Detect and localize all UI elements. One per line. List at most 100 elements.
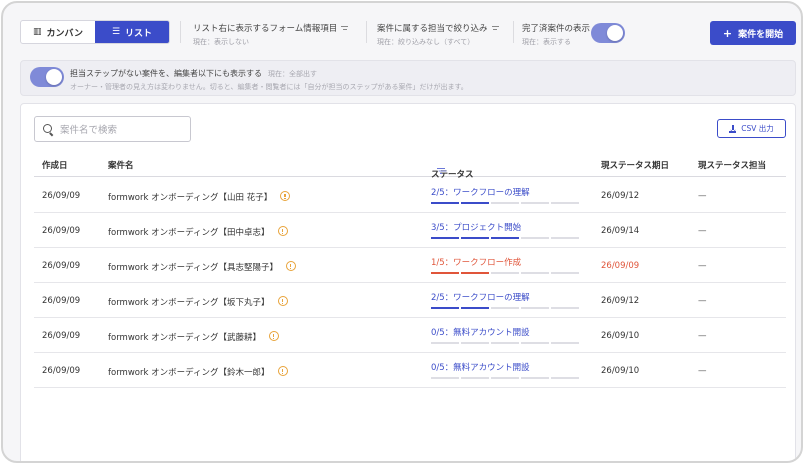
due-date: 26/09/12	[601, 296, 640, 306]
status-progress	[431, 202, 579, 204]
progress-segment	[491, 237, 519, 239]
progress-segment	[521, 237, 549, 239]
case-name[interactable]: formwork オンボーディング【武藤耕】	[108, 331, 279, 343]
filter-icon	[341, 25, 349, 31]
list-view-button[interactable]: ☰ リスト	[95, 21, 169, 43]
csv-export-label: CSV 出力	[741, 124, 774, 133]
banner-note: 現在：全部出す	[268, 70, 317, 78]
visibility-banner: 担当ステップがない案件を、編集者以下にも表示する 現在：全部出す オーナー・管理者…	[20, 60, 796, 96]
progress-segment	[461, 237, 489, 239]
progress-segment	[551, 202, 579, 204]
created-date: 26/09/09	[42, 191, 81, 201]
download-icon	[729, 124, 737, 133]
header-name: 案件名	[108, 161, 134, 171]
status-progress	[431, 342, 579, 344]
progress-segment	[461, 272, 489, 274]
toggle-knob	[607, 25, 623, 41]
status-cell[interactable]: 0/5：無料アカウント開設	[431, 326, 579, 344]
due-date: 26/09/14	[601, 226, 640, 236]
table-row[interactable]: 26/09/09 formwork オンボーディング【鈴木一郎】 0/5：無料アカウ…	[34, 353, 786, 388]
case-name[interactable]: formwork オンボーディング【具志堅陽子】	[108, 261, 296, 273]
progress-segment	[431, 272, 459, 274]
warning-icon	[277, 226, 288, 236]
progress-segment	[431, 237, 459, 239]
form-field-filter-title: リスト右に表示するフォーム情報項目	[193, 24, 338, 34]
warning-icon	[269, 331, 279, 341]
view-toggle: ▥ カンバン ☰ リスト	[20, 20, 170, 44]
kanban-view-button[interactable]: ▥ カンバン	[21, 21, 95, 43]
header-owner: 現ステータス担当	[698, 161, 767, 171]
progress-segment	[551, 237, 579, 239]
created-date: 26/09/09	[42, 296, 81, 306]
completed-filter-title: 完了済案件の表示	[522, 24, 591, 34]
progress-segment	[461, 202, 489, 204]
table-row[interactable]: 26/09/09 formwork オンボーディング【坂下丸子】 2/5：ワークフロ…	[34, 283, 786, 318]
filter-icon	[491, 25, 499, 31]
list-icon: ☰	[111, 27, 121, 37]
progress-segment	[461, 377, 489, 379]
created-date: 26/09/09	[42, 366, 81, 376]
created-date: 26/09/09	[42, 331, 81, 341]
kanban-icon: ▥	[33, 27, 42, 37]
case-name[interactable]: formwork オンボーディング【田中卓志】	[108, 226, 288, 238]
table-row[interactable]: 26/09/09 formwork オンボーディング【具志堅陽子】 1/5：ワークフ…	[34, 248, 786, 283]
status-text: 0/5：無料アカウント開設	[431, 363, 530, 373]
progress-segment	[461, 342, 489, 344]
case-name-text: formwork オンボーディング【鈴木一郎】	[108, 368, 270, 378]
progress-segment	[521, 307, 549, 309]
warning-icon	[280, 191, 291, 201]
status-text: 1/5：ワークフロー作成	[431, 258, 522, 268]
progress-segment	[521, 272, 549, 274]
status-cell[interactable]: 3/5：プロジェクト開始	[431, 221, 579, 239]
search-input[interactable]: 案件名で検索	[34, 116, 191, 142]
case-name[interactable]: formwork オンボーディング【坂下丸子】	[108, 296, 288, 308]
status-text: 3/5：プロジェクト開始	[431, 223, 522, 233]
status-cell[interactable]: 0/5：無料アカウント開設	[431, 361, 579, 379]
status-cell[interactable]: 2/5：ワークフローの理解	[431, 291, 579, 309]
sort-filter-icon[interactable]	[437, 168, 445, 175]
table-row[interactable]: 26/09/09 formwork オンボーディング【田中卓志】 3/5：プロジェク…	[34, 213, 786, 248]
progress-segment	[491, 272, 519, 274]
progress-segment	[431, 342, 459, 344]
form-field-filter-status: 現在：表示しない	[193, 38, 249, 46]
search-placeholder: 案件名で検索	[60, 125, 118, 136]
progress-segment	[431, 377, 459, 379]
status-progress	[431, 272, 579, 274]
assignee: —	[698, 226, 707, 236]
case-name-text: formwork オンボーディング【坂下丸子】	[108, 298, 270, 308]
visibility-toggle[interactable]	[30, 67, 64, 87]
progress-segment	[551, 342, 579, 344]
csv-export-button[interactable]: CSV 出力	[717, 119, 786, 138]
toolbar-divider	[180, 21, 181, 43]
progress-segment	[491, 377, 519, 379]
progress-segment	[461, 307, 489, 309]
completed-filter-status: 現在：表示する	[522, 38, 571, 46]
case-name[interactable]: formwork オンボーディング【山田 花子】	[108, 191, 291, 203]
toggle-knob	[46, 69, 62, 85]
due-date: 26/09/10	[601, 331, 640, 341]
case-name[interactable]: formwork オンボーディング【鈴木一郎】	[108, 366, 288, 378]
form-field-filter[interactable]: リスト右に表示するフォーム情報項目 現在：表示しない	[193, 22, 349, 47]
assignee-filter[interactable]: 案件に属する担当で絞り込み 現在：絞り込みなし（すべて）	[377, 22, 499, 47]
toolbar-divider	[513, 21, 514, 43]
assignee-filter-status: 現在：絞り込みなし（すべて）	[377, 38, 475, 46]
status-progress	[431, 307, 579, 309]
progress-segment	[491, 307, 519, 309]
due-date: 26/09/12	[601, 191, 640, 201]
plus-icon: +	[722, 26, 733, 40]
due-date: 26/09/10	[601, 366, 640, 376]
status-cell[interactable]: 1/5：ワークフロー作成	[431, 256, 579, 274]
status-cell[interactable]: 2/5：ワークフローの理解	[431, 186, 579, 204]
status-text: 2/5：ワークフローの理解	[431, 188, 530, 198]
completed-toggle[interactable]	[591, 23, 625, 43]
table-row[interactable]: 26/09/09 formwork オンボーディング【山田 花子】 2/5：ワークフ…	[34, 178, 786, 213]
table-row[interactable]: 26/09/09 formwork オンボーディング【武藤耕】 0/5：無料アカウン…	[34, 318, 786, 353]
progress-segment	[521, 342, 549, 344]
progress-segment	[431, 202, 459, 204]
case-name-text: formwork オンボーディング【武藤耕】	[108, 333, 261, 343]
case-name-text: formwork オンボーディング【具志堅陽子】	[108, 263, 278, 273]
assignee: —	[698, 331, 707, 341]
start-case-button[interactable]: + 案件を開始	[710, 21, 796, 45]
progress-segment	[431, 307, 459, 309]
header-due: 現ステータス期日	[601, 161, 670, 171]
